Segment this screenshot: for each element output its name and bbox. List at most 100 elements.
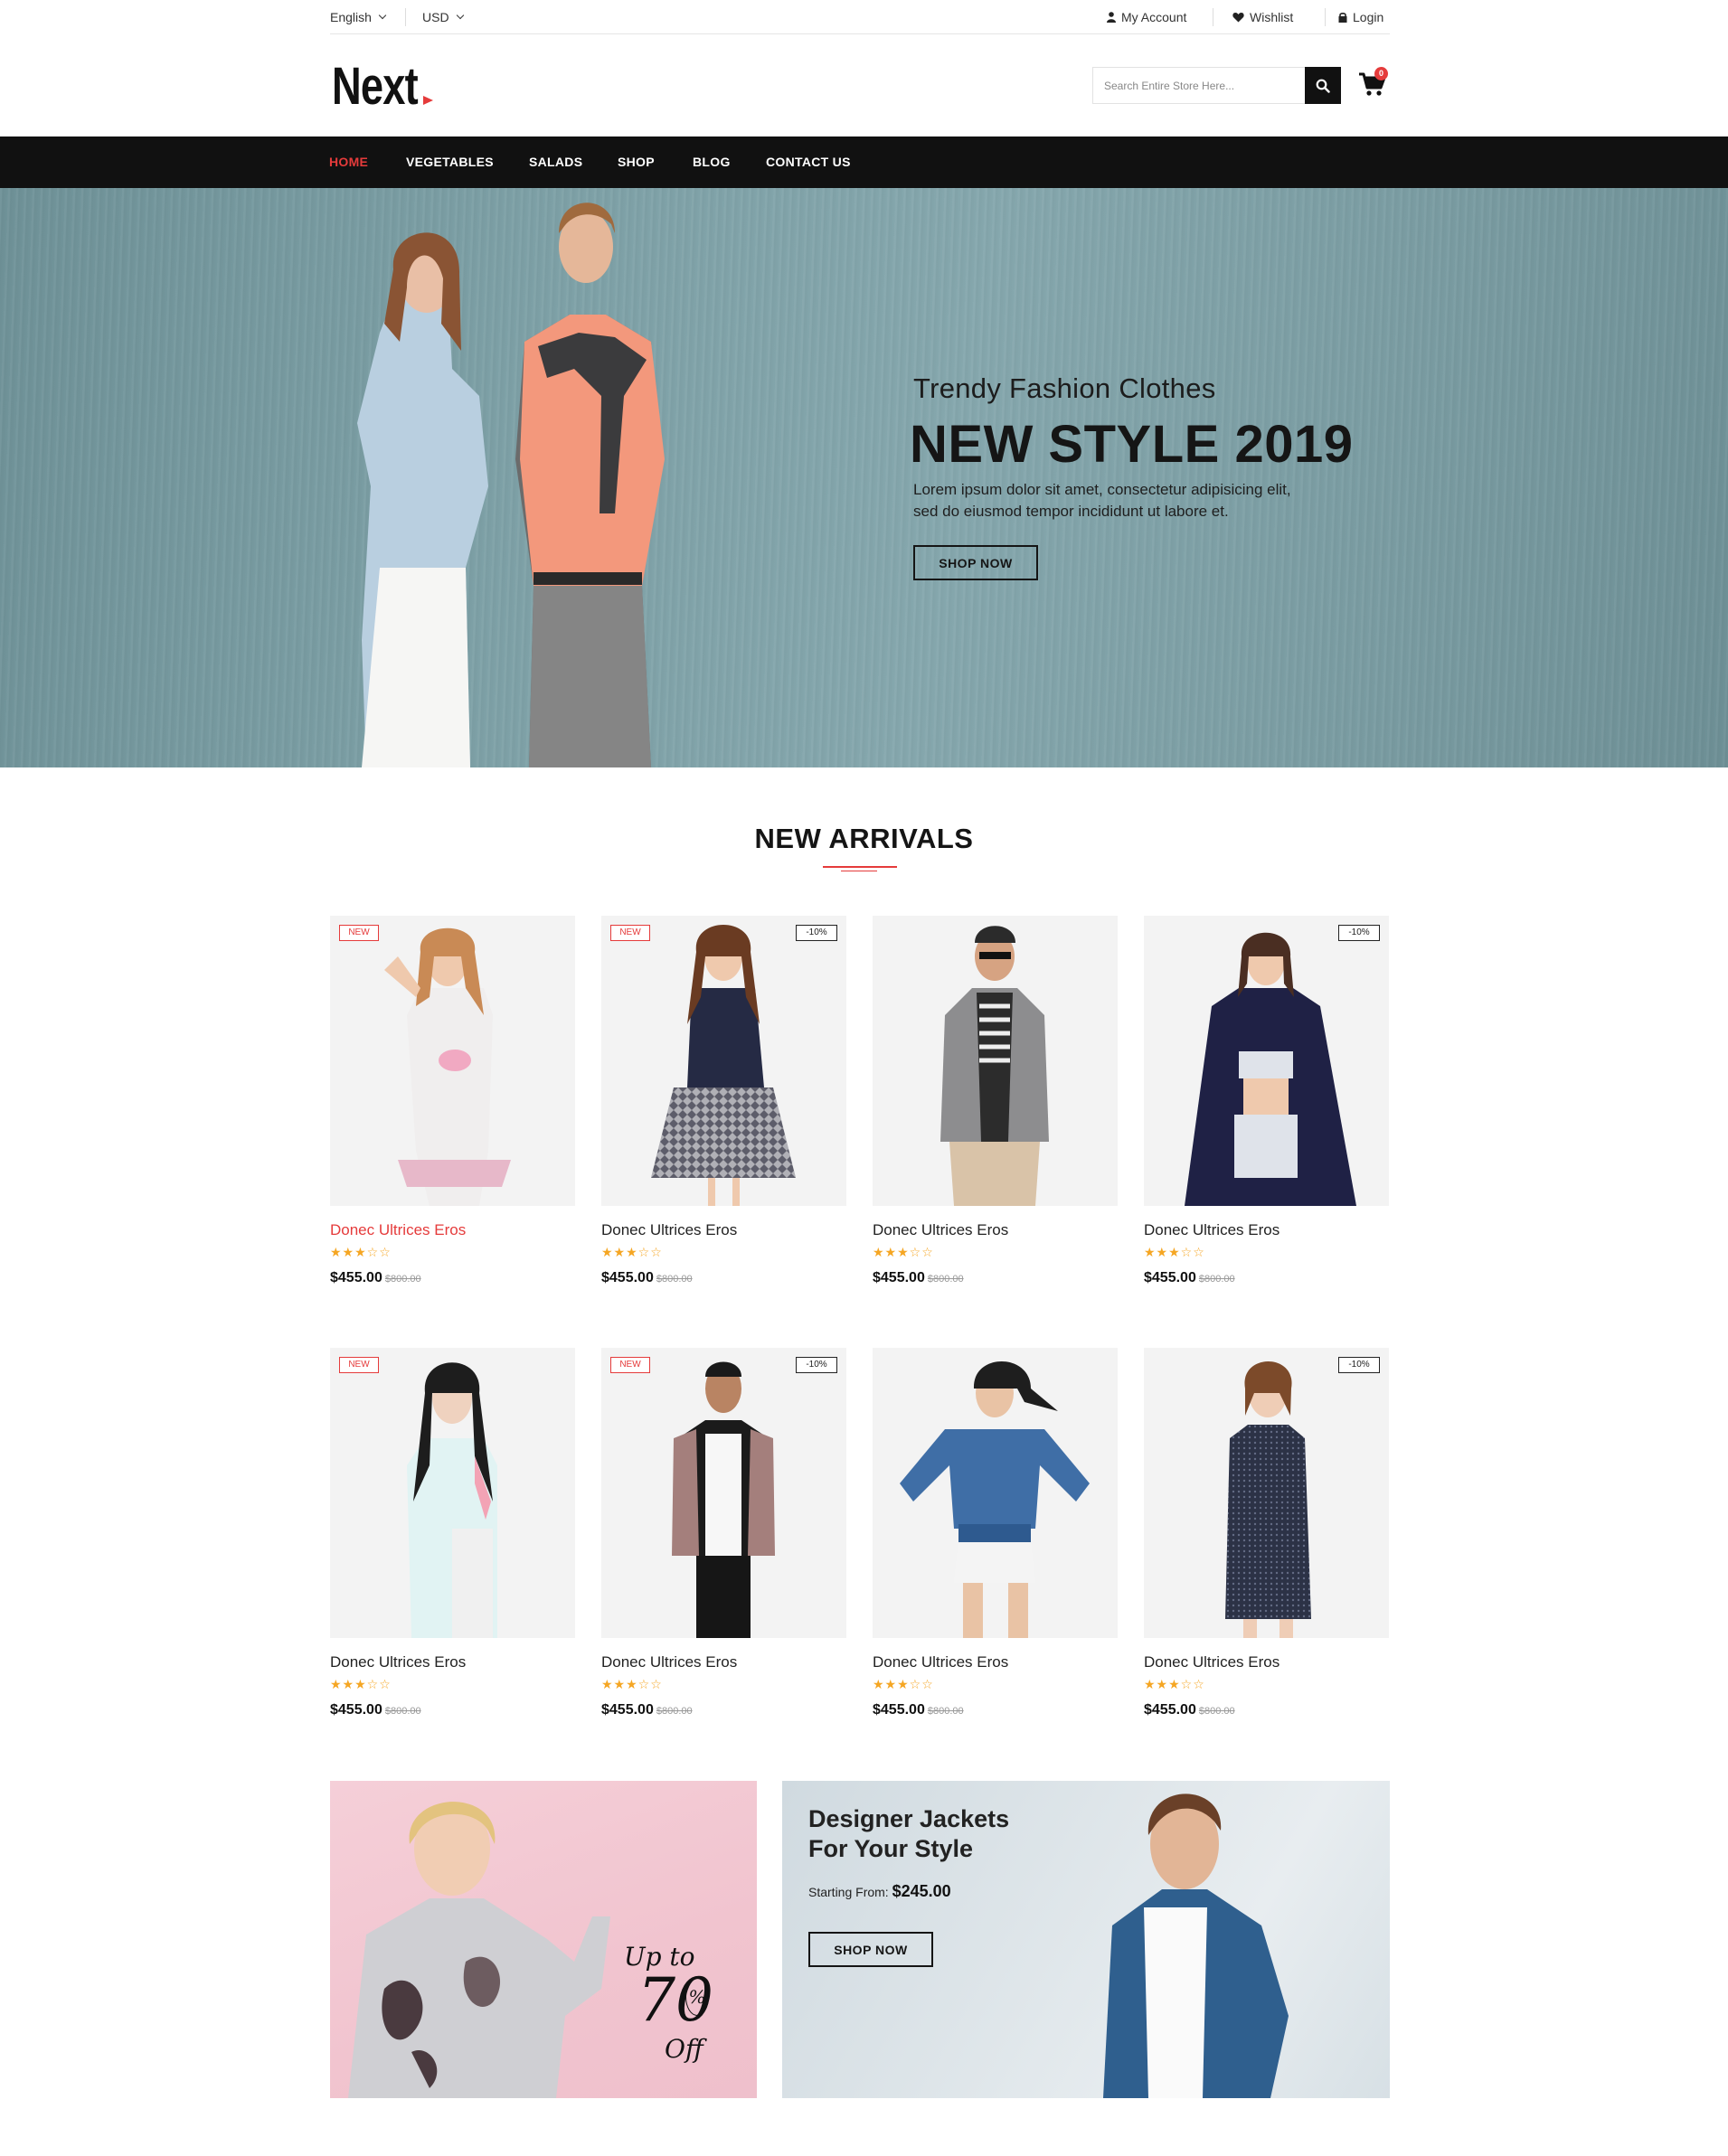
product-image[interactable] [873, 1348, 1118, 1638]
site-logo[interactable]: Next [332, 60, 419, 114]
promo-banner-sale[interactable]: Up to 70 % Off [330, 1781, 757, 2098]
currency-label: USD [422, 10, 449, 24]
product-photo [651, 925, 796, 1206]
product-price: $455.00 $800.00 [330, 1702, 421, 1718]
product-price: $455.00 $800.00 [873, 1270, 964, 1286]
search-input[interactable]: Search Entire Store Here... [1092, 67, 1305, 104]
product-price: $455.00 $800.00 [601, 1270, 693, 1286]
current-price: $455.00 [330, 1270, 382, 1285]
title-underline [823, 866, 897, 868]
starting-price: $245.00 [892, 1882, 951, 1900]
nav-item-shop[interactable]: SHOP [618, 155, 655, 169]
divider [1325, 8, 1326, 26]
divider [405, 8, 406, 26]
hero-description: Lorem ipsum dolor sit amet, consectetur … [913, 481, 1291, 520]
product-name[interactable]: Donec Ultrices Eros [1144, 1221, 1279, 1239]
product-image[interactable]: NEW [330, 1348, 575, 1638]
rating-stars: ★★★☆☆ [330, 1677, 392, 1691]
current-price: $455.00 [330, 1702, 382, 1718]
rating-stars: ★★★☆☆ [330, 1245, 392, 1259]
search-button[interactable] [1305, 67, 1341, 104]
rating-stars: ★★★☆☆ [1144, 1677, 1205, 1691]
old-price: $800.00 [927, 1706, 964, 1717]
product-image[interactable] [873, 916, 1118, 1206]
current-price: $455.00 [1144, 1270, 1196, 1285]
current-price: $455.00 [1144, 1702, 1196, 1718]
product-name[interactable]: Donec Ultrices Eros [601, 1221, 737, 1239]
top-bar: English USD My Account Wishlist Login [0, 0, 1728, 35]
product-price: $455.00 $800.00 [601, 1702, 693, 1718]
rating-stars: ★★★☆☆ [1144, 1245, 1205, 1259]
product-name[interactable]: Donec Ultrices Eros [873, 1221, 1008, 1239]
old-price: $800.00 [384, 1274, 421, 1285]
hero-subtitle: Trendy Fashion Clothes [913, 372, 1216, 404]
current-price: $455.00 [601, 1270, 654, 1285]
product-photo [900, 1361, 1090, 1638]
product-photo [1225, 1361, 1311, 1638]
product-image[interactable]: NEW -10% [601, 1348, 846, 1638]
product-image[interactable]: -10% [1144, 916, 1389, 1206]
product-name[interactable]: Donec Ultrices Eros [601, 1653, 737, 1671]
language-label: English [330, 10, 372, 24]
login-label: Login [1353, 10, 1384, 24]
search-icon [1316, 79, 1330, 93]
old-price: $800.00 [384, 1706, 421, 1717]
new-badge: NEW [610, 1357, 650, 1373]
hero-title: NEW STYLE 2019 [910, 415, 1354, 474]
product-photo [672, 1361, 775, 1638]
nav-item-blog[interactable]: BLOG [693, 155, 731, 169]
discount-badge: -10% [796, 925, 837, 941]
product-photo [940, 926, 1049, 1206]
banner-shop-now-button[interactable]: SHOP NOW [808, 1932, 933, 1967]
hero-slider: Trendy Fashion Clothes NEW STYLE 2019 Lo… [0, 188, 1728, 767]
wishlist-label: Wishlist [1250, 10, 1294, 24]
new-badge: NEW [610, 925, 650, 941]
wishlist-link[interactable]: Wishlist [1232, 10, 1293, 24]
new-badge: NEW [339, 925, 379, 941]
current-price: $455.00 [873, 1270, 925, 1285]
main-navigation: HOME VEGETABLES SALADS SHOP BLOG CONTACT… [0, 137, 1728, 188]
discount-badge: -10% [1338, 1357, 1380, 1373]
product-name[interactable]: Donec Ultrices Eros [330, 1221, 466, 1239]
chevron-down-icon [456, 11, 464, 20]
promo-percent: % [685, 1978, 709, 2016]
rating-stars: ★★★☆☆ [873, 1677, 934, 1691]
banner-title: Designer Jackets For Your Style [808, 1805, 1010, 1862]
section-title: NEW ARRIVALS [754, 823, 974, 854]
rating-stars: ★★★☆☆ [601, 1677, 663, 1691]
product-name[interactable]: Donec Ultrices Eros [330, 1653, 466, 1671]
product-price: $455.00 $800.00 [330, 1270, 421, 1286]
lock-icon [1338, 12, 1347, 23]
current-price: $455.00 [873, 1702, 925, 1718]
product-name[interactable]: Donec Ultrices Eros [1144, 1653, 1279, 1671]
product-photo [407, 1362, 497, 1638]
promo-banner-jackets[interactable]: Designer Jackets For Your Style Starting… [782, 1781, 1390, 2098]
user-icon [1107, 12, 1116, 23]
nav-item-contact-us[interactable]: CONTACT US [766, 155, 851, 169]
nav-item-vegetables[interactable]: VEGETABLES [406, 155, 494, 169]
product-image[interactable]: NEW [330, 916, 575, 1206]
my-account-label: My Account [1121, 10, 1187, 24]
old-price: $800.00 [1198, 1274, 1235, 1285]
my-account-link[interactable]: My Account [1107, 10, 1186, 24]
rating-stars: ★★★☆☆ [601, 1245, 663, 1259]
product-photo [1185, 932, 1356, 1206]
current-price: $455.00 [601, 1702, 654, 1718]
banner-starting-price: Starting From: $245.00 [808, 1882, 951, 1901]
product-image[interactable]: -10% [1144, 1348, 1389, 1638]
nav-item-salads[interactable]: SALADS [529, 155, 582, 169]
nav-item-home[interactable]: HOME [329, 155, 368, 169]
login-link[interactable]: Login [1338, 10, 1383, 24]
chevron-down-icon [378, 11, 387, 20]
language-selector[interactable]: English [330, 10, 387, 24]
hero-shop-now-button[interactable]: SHOP NOW [913, 545, 1038, 580]
product-price: $455.00 $800.00 [1144, 1270, 1235, 1286]
logo-accent [423, 96, 433, 105]
product-image[interactable]: NEW -10% [601, 916, 846, 1206]
product-name[interactable]: Donec Ultrices Eros [873, 1653, 1008, 1671]
old-price: $800.00 [927, 1274, 964, 1285]
product-price: $455.00 $800.00 [1144, 1702, 1235, 1718]
promo-off: Off [665, 2034, 703, 2064]
currency-selector[interactable]: USD [422, 10, 464, 24]
starting-label: Starting From: [808, 1885, 889, 1899]
